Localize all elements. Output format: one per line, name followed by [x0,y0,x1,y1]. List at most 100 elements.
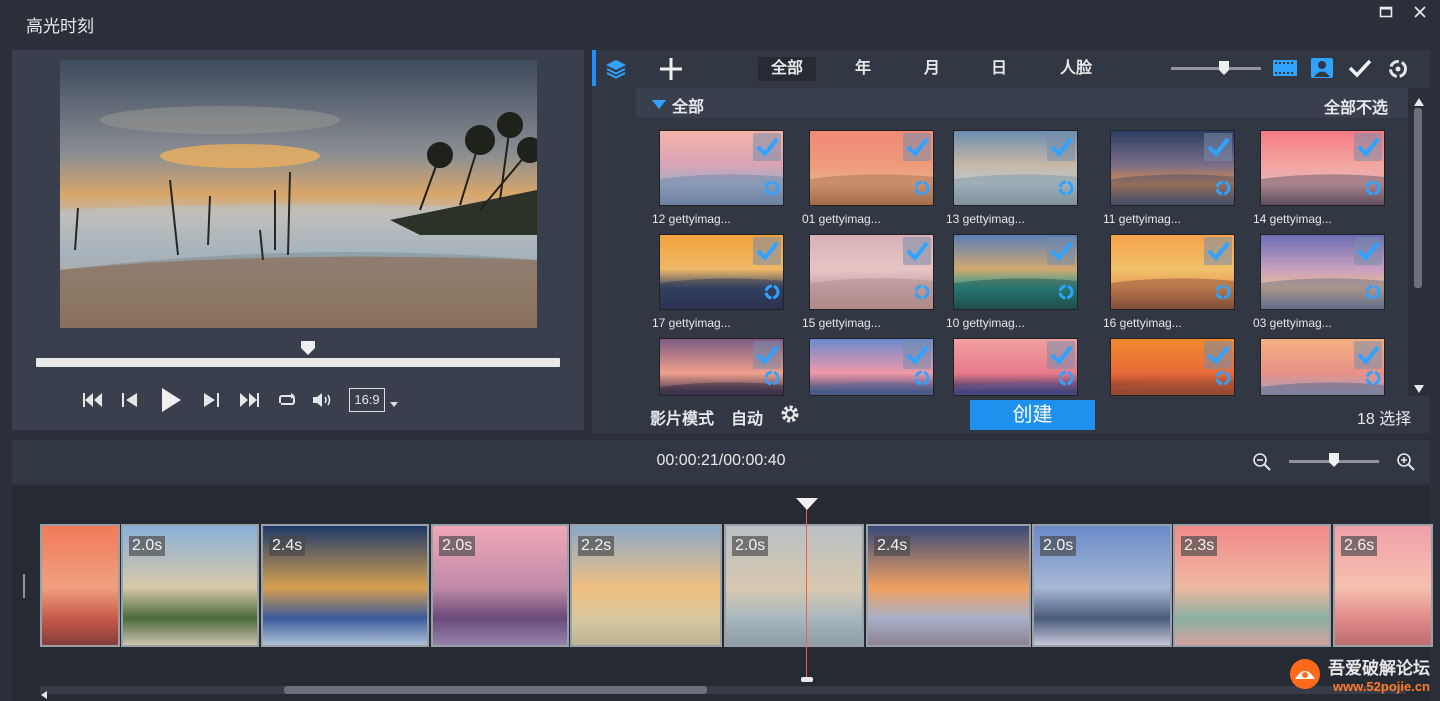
gear-icon [781,405,799,423]
tab-all[interactable]: 全部 [758,57,816,81]
settings-button[interactable] [780,404,800,429]
rotate-icon[interactable] [1215,180,1231,201]
timeline-clip[interactable]: 2.3s [1173,524,1331,647]
refresh-button[interactable] [1387,58,1409,85]
scrubber-handle[interactable] [300,340,316,356]
timeline-clip[interactable]: 2.6s [1333,524,1433,647]
chevron-down-icon[interactable] [390,402,398,407]
tab-faces[interactable]: 人脸 [1050,57,1102,81]
rotate-icon[interactable] [1215,284,1231,305]
deselect-all-link[interactable]: 全部不选 [1324,94,1388,118]
rotate-icon[interactable] [1365,284,1381,305]
create-button[interactable]: 创建 [970,400,1095,430]
add-media-button[interactable] [659,57,683,86]
playhead-handle[interactable] [796,498,818,510]
prev-frame-button[interactable] [117,386,143,414]
rotate-icon[interactable] [764,180,780,201]
zoom-in-button[interactable] [1396,452,1416,477]
rotate-icon[interactable] [1058,284,1074,305]
media-thumbnail[interactable] [953,338,1078,396]
selection-checkbox[interactable] [1354,133,1382,161]
timeline-clip[interactable]: 2.0s [1032,524,1172,647]
skip-end-button[interactable] [236,386,262,414]
media-thumbnail[interactable] [809,234,934,310]
rotate-icon[interactable] [1365,370,1381,391]
media-thumbnail[interactable] [953,234,1078,310]
tab-month[interactable]: 月 [912,57,952,81]
timeline-clip[interactable]: 2.4s [261,524,429,647]
volume-button[interactable] [310,386,336,414]
rotate-icon[interactable] [764,370,780,391]
timeline-clip[interactable]: 2.0s [724,524,864,647]
selection-checkbox[interactable] [1047,133,1075,161]
selection-checkbox[interactable] [753,237,781,265]
select-all-button[interactable] [1348,58,1372,83]
face-view-button[interactable] [1310,57,1334,84]
repeat-button[interactable] [274,386,300,414]
media-thumbnail[interactable] [1260,234,1385,310]
play-button[interactable] [156,386,186,414]
selection-checkbox[interactable] [1047,341,1075,369]
selection-checkbox[interactable] [1204,341,1232,369]
maximize-button[interactable] [1372,4,1400,26]
media-thumbnail[interactable] [659,130,784,206]
tab-day[interactable]: 日 [979,57,1019,81]
rotate-icon[interactable] [914,284,930,305]
filmstrip-view-button[interactable] [1272,58,1298,83]
clip-duration: 2.0s [129,536,166,556]
timeline-scrollbar[interactable] [40,686,1406,694]
zoom-in-icon [1397,453,1415,471]
timeline-clip[interactable]: 2.4s [866,524,1031,647]
media-thumbnail[interactable] [809,338,934,396]
media-thumbnail[interactable] [1110,234,1235,310]
media-thumbnail[interactable] [1110,338,1235,396]
track-left-handle[interactable] [23,574,25,598]
timeline-clip[interactable]: 2.0s [121,524,259,647]
timeline-scroll-thumb[interactable] [284,686,707,694]
media-thumbnail[interactable] [1260,130,1385,206]
library-scroll-thumb[interactable] [1414,108,1422,288]
thumbnail-caption: 11 gettyimag... [1103,212,1181,226]
library-scrollbar[interactable] [1408,88,1430,396]
selection-checkbox[interactable] [1354,237,1382,265]
scroll-left-icon[interactable] [40,686,48,701]
timeline-clip[interactable]: 2.0s [431,524,569,647]
aspect-ratio-selector[interactable]: 16:9 [349,388,385,412]
rotate-icon[interactable] [764,284,780,305]
collapse-triangle-icon[interactable] [652,97,666,115]
rotate-icon[interactable] [1365,180,1381,201]
media-thumbnail[interactable] [1260,338,1385,396]
media-thumbnail[interactable] [659,338,784,396]
rotate-icon[interactable] [914,370,930,391]
selection-checkbox[interactable] [1047,237,1075,265]
timeline-clip[interactable] [40,524,120,647]
close-button[interactable] [1406,4,1434,26]
media-thumbnail[interactable] [659,234,784,310]
selection-checkbox[interactable] [903,237,931,265]
rotate-icon[interactable] [1058,370,1074,391]
selection-checkbox[interactable] [753,341,781,369]
rotate-icon[interactable] [914,180,930,201]
media-thumbnail[interactable] [809,130,934,206]
next-frame-button[interactable] [198,386,224,414]
rotate-icon[interactable] [1215,370,1231,391]
movie-mode-value[interactable]: 自动 [731,405,763,429]
preview-scrubber[interactable] [36,358,560,367]
selection-checkbox[interactable] [1204,133,1232,161]
selection-checkbox[interactable] [903,341,931,369]
media-thumbnail[interactable] [1110,130,1235,206]
zoom-out-button[interactable] [1252,452,1272,477]
selection-checkbox[interactable] [1204,237,1232,265]
selection-checkbox[interactable] [753,133,781,161]
selection-checkbox[interactable] [903,133,931,161]
rotate-icon[interactable] [1058,180,1074,201]
skip-start-button[interactable] [80,386,106,414]
thumbnail-size-slider[interactable] [1171,67,1261,70]
zoom-slider-handle[interactable] [1328,452,1340,473]
tab-year[interactable]: 年 [843,57,883,81]
timeline-clip[interactable]: 2.2s [570,524,722,647]
thumbnail-size-handle[interactable] [1218,60,1230,81]
library-button[interactable] [604,58,628,85]
media-thumbnail[interactable] [953,130,1078,206]
selection-checkbox[interactable] [1354,341,1382,369]
